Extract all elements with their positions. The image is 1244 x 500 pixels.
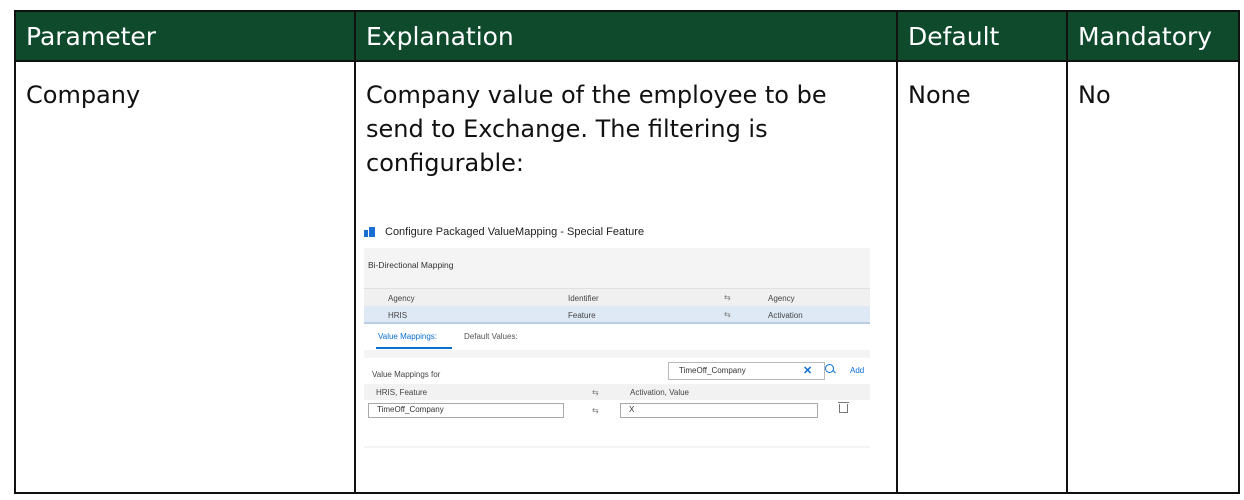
- mapping-row-selected[interactable]: HRIS Feature ⇆ Activation: [364, 306, 870, 324]
- app-icon: [364, 227, 375, 237]
- value-mappings-for-label: Value Mappings for: [372, 370, 441, 379]
- target-value-input[interactable]: X: [620, 403, 818, 418]
- search-icon[interactable]: [825, 364, 834, 373]
- screenshot-title-row: Configure Packaged ValueMapping - Specia…: [364, 226, 644, 238]
- vm-data-row: TimeOff_Company ⇆ X: [364, 400, 870, 420]
- source-value: TimeOff_Company: [377, 405, 444, 414]
- header-row: Parameter Explanation Default Mandatory: [14, 10, 1240, 62]
- vm-header-target: Activation, Value: [630, 388, 689, 397]
- mandatory-value: No: [1078, 81, 1111, 109]
- mapping-header-agency: Agency: [388, 294, 415, 303]
- target-value: X: [629, 405, 635, 414]
- mapping-header-identifier: Identifier: [568, 294, 599, 303]
- explanation-text: Company value of the employee to be send…: [366, 81, 827, 177]
- parameter-name: Company: [26, 81, 141, 109]
- table-row: Company Company value of the employee to…: [14, 60, 1240, 494]
- search-input[interactable]: TimeOff_Company ✕: [668, 362, 825, 380]
- mapping-header-row: Agency Identifier ⇆ Agency: [364, 288, 870, 307]
- trash-icon[interactable]: [838, 402, 849, 413]
- default-value: None: [908, 81, 971, 109]
- cell-explanation: Company value of the employee to be send…: [354, 60, 898, 494]
- add-button[interactable]: Add: [850, 366, 864, 375]
- header-mandatory: Mandatory: [1066, 10, 1240, 62]
- tab-value-mappings[interactable]: Value Mappings:: [378, 332, 437, 341]
- value-mappings-section: Value Mappings for TimeOff_Company ✕ Add…: [364, 358, 870, 446]
- swap-arrows-icon: ⇆: [592, 406, 599, 415]
- source-value-input[interactable]: TimeOff_Company: [368, 403, 564, 418]
- mapping-cell-activation: Activation: [768, 311, 803, 320]
- tab-bar: Value Mappings: Default Values:: [364, 324, 870, 350]
- vm-header-source: HRIS, Feature: [376, 388, 428, 397]
- screenshot-title: Configure Packaged ValueMapping - Specia…: [385, 226, 645, 238]
- cell-parameter: Company: [14, 60, 356, 494]
- mapping-panel: Bi-Directional Mapping Agency Identifier…: [364, 248, 870, 448]
- mapping-cell-hris: HRIS: [388, 311, 408, 320]
- swap-arrows-icon: ⇆: [724, 293, 731, 302]
- embedded-screenshot: Configure Packaged ValueMapping - Specia…: [364, 226, 870, 448]
- clear-icon[interactable]: ✕: [803, 364, 812, 377]
- header-explanation: Explanation: [354, 10, 898, 62]
- mapping-header-agency-2: Agency: [768, 294, 795, 303]
- parameter-table: Parameter Explanation Default Mandatory …: [14, 10, 1240, 494]
- tab-default-values[interactable]: Default Values:: [464, 332, 518, 341]
- vm-header-row: HRIS, Feature ⇆ Activation, Value: [364, 384, 870, 400]
- cell-mandatory: No: [1066, 60, 1240, 494]
- active-tab-indicator: [376, 347, 452, 349]
- mapping-cell-feature: Feature: [568, 311, 596, 320]
- swap-arrows-icon: ⇆: [724, 310, 731, 319]
- header-parameter: Parameter: [14, 10, 356, 62]
- swap-arrows-icon: ⇆: [592, 388, 599, 397]
- cell-default: None: [896, 60, 1068, 494]
- search-value: TimeOff_Company: [679, 366, 746, 375]
- section-label: Bi-Directional Mapping: [368, 260, 454, 270]
- header-default: Default: [896, 10, 1068, 62]
